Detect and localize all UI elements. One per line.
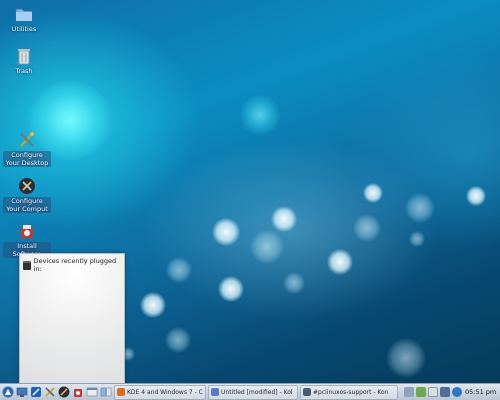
network-icon[interactable] [404,387,414,397]
desktop-icon-label: Utilities [11,25,37,33]
clock[interactable]: 05:51 pm [465,388,496,396]
konversation-icon [303,388,311,396]
software-icon[interactable] [71,386,84,399]
trash-icon [18,49,30,65]
info-icon[interactable] [452,387,462,397]
pclinuxos-control-icon[interactable] [57,386,70,399]
task-button[interactable]: Untitled [modified] - Kol [208,384,298,400]
desktop-wallpaper[interactable]: Utilities Trash Configure Your Desktop C… [0,0,500,400]
desktop-icon[interactable] [15,386,28,399]
popup-header: Devices recently plugged in: [20,254,124,276]
kolourpaint-icon [211,388,219,396]
install-software-icon [21,225,33,238]
folder-icon [15,8,33,22]
desktop-icon-label: Trash [15,67,33,75]
desktop-icon-label: Configure Your Desktop [3,151,51,167]
device-icon [23,260,31,270]
settings-icon[interactable] [43,386,56,399]
konqueror-icon[interactable] [29,386,42,399]
taskbar: KDE 4 and Windows 7 - C Untitled [modifi… [0,383,500,400]
popup-title: Devices recently plugged in: [33,257,117,273]
kde-menu-icon[interactable] [1,386,14,399]
task-button[interactable]: #pclinuxos-support - Kon [300,384,398,400]
firefox-icon [117,388,125,396]
configure-desktop-icon [20,132,34,147]
desktop-icon-configure-computer[interactable]: Configure Your Comput [3,177,51,213]
task-label: Untitled [modified] - Kol [221,388,293,396]
file-manager-icon[interactable] [85,386,98,399]
desktop-icon-utilities[interactable]: Utilities [0,5,48,33]
desktop-icon-label: Configure Your Comput [3,197,51,213]
desktop-icon-configure-desktop[interactable]: Configure Your Desktop [3,131,51,167]
volume-icon[interactable] [440,387,450,397]
pager-icon[interactable] [99,386,112,399]
task-button[interactable]: KDE 4 and Windows 7 - C [114,384,206,400]
desktop-icon-trash[interactable]: Trash [0,47,48,75]
configure-computer-icon [19,178,35,194]
update-icon[interactable] [428,387,438,397]
device-notifier-popup[interactable]: Devices recently plugged in: [19,253,125,388]
task-label: KDE 4 and Windows 7 - C [127,388,203,396]
battery-icon[interactable] [416,387,426,397]
task-label: #pclinuxos-support - Kon [313,388,389,396]
